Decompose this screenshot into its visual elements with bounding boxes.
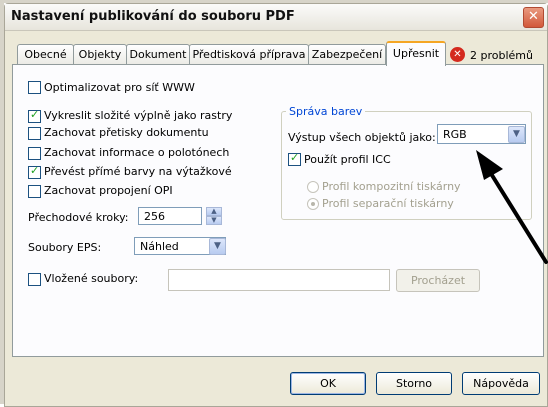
help-button[interactable]: Nápověda <box>462 372 540 395</box>
gradient-steps-input[interactable]: 256 <box>138 207 202 225</box>
tab-security[interactable]: Zabezpečení <box>308 44 386 64</box>
keep-opi-checkbox[interactable] <box>28 185 41 198</box>
tab-general[interactable]: Obecné <box>17 44 74 64</box>
keep-opi-label: Zachovat propojení OPI <box>44 184 173 197</box>
tab-document[interactable]: Dokument <box>126 44 190 64</box>
composite-profile-label: Profil kompozitní tiskárny <box>322 180 461 193</box>
keep-halftone-label: Zachovat informace o polotónech <box>44 146 230 159</box>
keep-overprints-label: Zachovat přetisky dokumentu <box>44 126 209 139</box>
embedded-files-checkbox[interactable] <box>28 273 41 286</box>
issues-tab-label[interactable]: 2 problémů <box>470 49 533 62</box>
tab-prepress[interactable]: Předtisková příprava <box>189 44 309 64</box>
embedded-files-input[interactable] <box>168 269 390 291</box>
ok-button[interactable]: OK <box>290 372 366 395</box>
render-complex-fills-checkbox[interactable] <box>28 108 41 123</box>
optimize-web-checkbox[interactable] <box>28 81 41 94</box>
tab-advanced[interactable]: Upřesnit <box>386 41 446 66</box>
separation-profile-radio[interactable] <box>307 198 319 210</box>
convert-spot-checkbox[interactable] <box>28 164 41 179</box>
gradient-steps-label: Přechodové kroky: <box>28 211 129 224</box>
eps-files-label: Soubory EPS: <box>28 241 102 254</box>
optimize-web-label: Optimalizovat pro síť WWW <box>44 81 195 94</box>
keep-halftone-checkbox[interactable] <box>28 147 41 160</box>
color-management-title: Správa barev <box>286 105 366 118</box>
tab-objects[interactable]: Objekty <box>73 44 127 64</box>
title-bar[interactable]: Nastavení publikování do souboru PDF ✕ <box>5 4 547 31</box>
use-icc-label: Použít profil ICC <box>304 153 391 166</box>
keep-overprints-checkbox[interactable] <box>28 127 41 140</box>
use-icc-checkbox[interactable] <box>288 151 301 166</box>
chevron-down-icon[interactable]: ▼ <box>508 126 525 143</box>
separation-profile-label: Profil separační tiskárny <box>322 197 454 210</box>
close-button[interactable]: ✕ <box>523 7 544 28</box>
dialog-title: Nastavení publikování do souboru PDF <box>11 9 295 24</box>
error-icon[interactable]: ✕ <box>450 47 465 62</box>
spin-up-icon[interactable]: ▲ <box>206 207 222 216</box>
composite-profile-radio[interactable] <box>307 181 319 193</box>
browse-button[interactable]: Procházet <box>396 269 480 292</box>
cancel-button[interactable]: Storno <box>376 372 452 395</box>
render-complex-fills-label: Vykreslit složité výplně jako rastry <box>44 109 233 122</box>
chevron-down-icon[interactable]: ▼ <box>209 238 226 255</box>
output-objects-label: Výstup všech objektů jako: <box>288 131 436 144</box>
spin-down-icon[interactable]: ▼ <box>206 216 222 225</box>
embedded-files-label: Vložené soubory: <box>44 272 139 285</box>
convert-spot-label: Převést přímé barvy na výtažkové <box>44 165 232 178</box>
